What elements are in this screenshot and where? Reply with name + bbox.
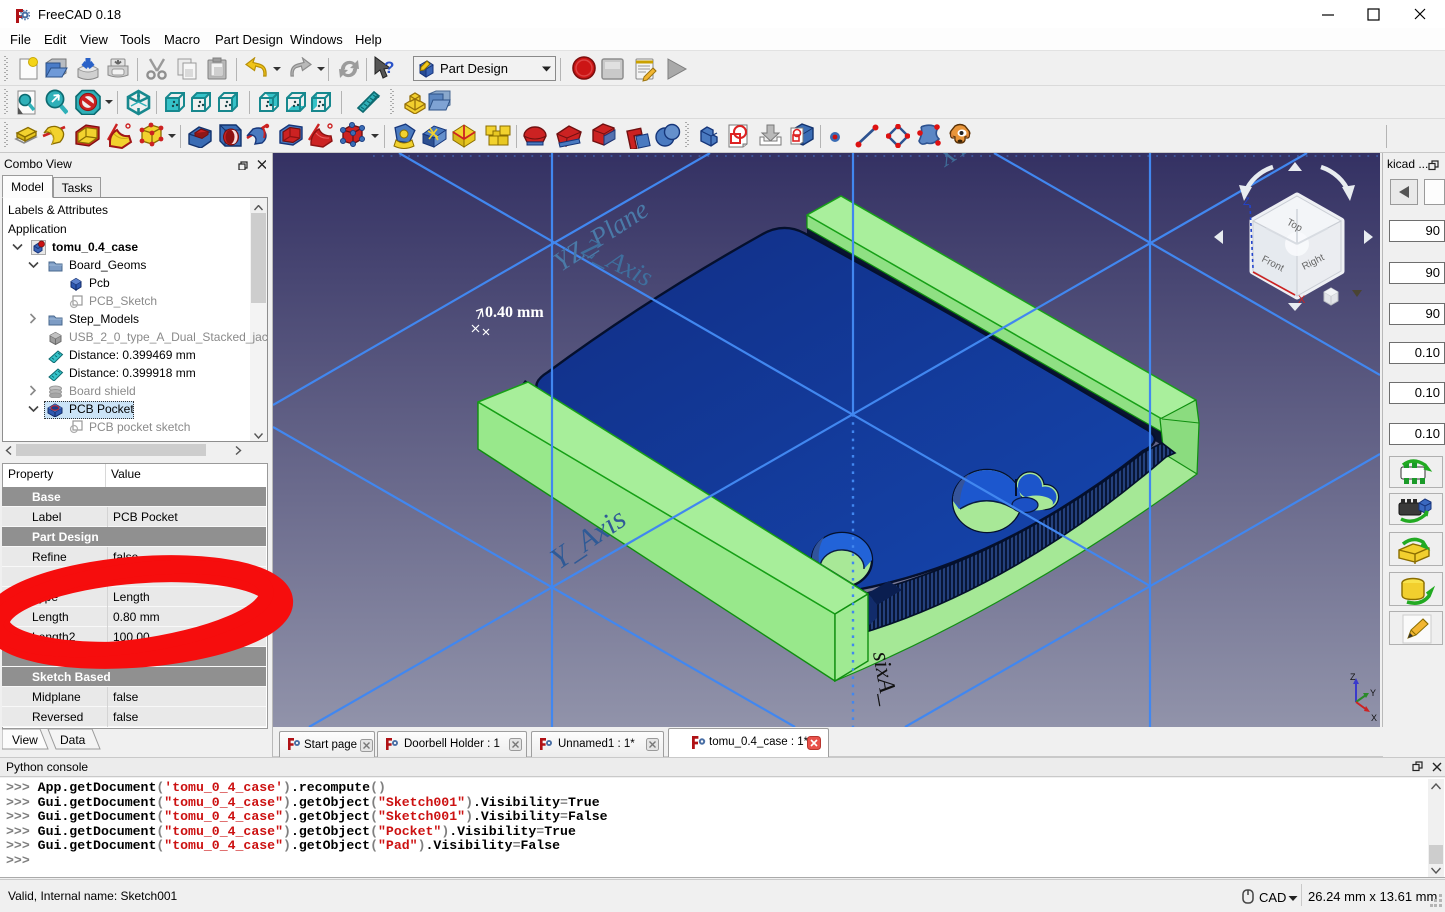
svg-text:?: ? (384, 58, 394, 77)
svg-text:0.40 mm: 0.40 mm (485, 304, 544, 321)
svg-text:Data: Data (60, 733, 86, 747)
svg-text:X: X (1371, 713, 1377, 723)
svg-text:Z: Z (1350, 672, 1356, 682)
svg-text:View: View (12, 733, 38, 747)
svg-text:Y: Y (1370, 688, 1376, 698)
